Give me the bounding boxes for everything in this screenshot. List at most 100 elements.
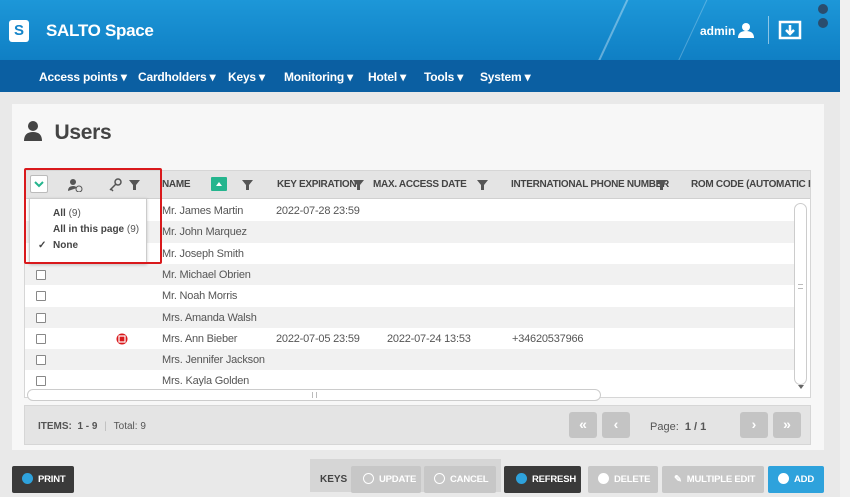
filter-icon[interactable] — [352, 179, 365, 191]
chevron-right-icon: › — [751, 416, 757, 432]
cell-name: Mrs. Amanda Walsh — [162, 311, 257, 324]
sort-up-icon — [216, 182, 222, 186]
divider — [768, 16, 769, 44]
row-checkbox[interactable] — [36, 312, 46, 323]
key-expired-icon — [116, 333, 128, 345]
cell-key-expiration: 2022-07-05 23:59 — [276, 332, 360, 345]
nav-system[interactable]: System ▾ — [480, 70, 531, 84]
top-bar: S SALTO Space admin — [0, 0, 850, 60]
column-header-max-access-date[interactable]: MAX. ACCESS DATE — [373, 179, 467, 190]
nav-monitoring[interactable]: Monitoring ▾ — [284, 70, 353, 84]
filter-icon[interactable] — [476, 179, 489, 191]
items-range: 1 - 9 — [77, 421, 98, 432]
cell-name: Mr. James Martin — [162, 205, 244, 217]
cell-name: Mr. John Marquez — [162, 226, 247, 239]
button-label: CANCEL — [450, 474, 489, 485]
nav-label: Tools — [424, 70, 455, 84]
table-row[interactable]: Mrs. Kayla Golden — [25, 370, 795, 386]
column-header-phone[interactable]: INTERNATIONAL PHONE NUMBER — [511, 179, 669, 190]
items-total: Total: 9 — [113, 421, 146, 432]
row-checkbox[interactable] — [36, 291, 46, 302]
multiple-edit-button[interactable]: ✎ MULTIPLE EDIT — [662, 466, 764, 493]
cancel-icon — [434, 473, 445, 484]
last-page-button[interactable]: » — [773, 412, 801, 438]
nav-label: Hotel — [368, 70, 398, 84]
add-button[interactable]: ADD — [768, 466, 824, 493]
cell-name: Mrs. Ann Bieber — [162, 332, 238, 345]
user-name[interactable]: admin — [700, 24, 735, 38]
pencil-icon: ✎ — [674, 474, 682, 485]
plus-icon — [778, 473, 789, 484]
vertical-scrollbar[interactable] — [794, 203, 807, 385]
button-label: DELETE — [614, 474, 651, 485]
refresh-button[interactable]: REFRESH — [504, 466, 581, 493]
page-value: 1 / 1 — [684, 421, 707, 433]
table-row[interactable]: Mrs. Amanda Walsh — [25, 306, 795, 328]
scroll-arrow-down-icon[interactable] — [798, 385, 804, 389]
cell-name: Mr. Noah Morris — [162, 290, 238, 303]
column-header-name[interactable]: NAME — [162, 179, 191, 190]
grid-footer: ITEMS: 1 - 9 | Total: 9 « ‹ Page: 1 / 1 … — [24, 405, 811, 445]
delete-button[interactable]: DELETE — [588, 466, 658, 493]
salto-logo-icon: S — [9, 20, 29, 42]
cell-name: Mr. Michael Obrien — [162, 268, 251, 281]
first-page-button[interactable]: « — [569, 412, 597, 438]
refresh-icon — [363, 473, 374, 484]
nav-cardholders[interactable]: Cardholders ▾ — [138, 70, 216, 84]
cancel-button[interactable]: CANCEL — [424, 466, 496, 493]
sort-ascending-button[interactable] — [211, 177, 227, 191]
info-help-icon[interactable] — [816, 2, 830, 32]
cell-phone: +34620537966 — [512, 332, 584, 345]
nav-keys[interactable]: Keys ▾ — [228, 70, 265, 84]
column-header-key-expiration[interactable]: KEY EXPIRATION — [277, 179, 357, 190]
row-checkbox[interactable] — [36, 333, 46, 344]
nav-tools[interactable]: Tools ▾ — [424, 70, 463, 84]
button-label: MULTIPLE EDIT — [686, 474, 756, 485]
table-row[interactable]: Mrs. Jennifer Jackson — [25, 349, 795, 371]
page-indicator: Page: 1 / 1 — [650, 421, 706, 433]
table-row[interactable]: Mr. Michael Obrien — [25, 263, 795, 286]
nav-label: Monitoring — [284, 70, 344, 84]
button-label: UPDATE — [379, 474, 417, 485]
row-checkbox[interactable] — [36, 269, 46, 280]
chevron-left-icon: ‹ — [613, 416, 619, 432]
column-header-rom-code[interactable]: ROM CODE (AUTOMATIC I — [691, 179, 811, 190]
double-chevron-left-icon: « — [579, 416, 587, 432]
print-button[interactable]: PRINT — [12, 466, 74, 493]
page-title-text: Users — [54, 121, 112, 144]
previous-page-button[interactable]: ‹ — [602, 412, 630, 438]
horizontal-scrollbar[interactable] — [27, 389, 601, 401]
page-scrollbar[interactable] — [840, 0, 850, 497]
cell-name: Mrs. Kayla Golden — [162, 375, 250, 386]
table-row[interactable]: Mr. Noah Morris — [25, 285, 795, 306]
nav-label: Access points — [39, 70, 118, 84]
table-row[interactable]: Mrs. Ann Bieber 2022-07-05 23:59 2022-07-2… — [25, 328, 795, 349]
double-chevron-right-icon: » — [783, 416, 791, 432]
row-checkbox[interactable] — [36, 355, 46, 366]
filter-icon[interactable] — [241, 179, 254, 191]
items-summary: ITEMS: 1 - 9 | Total: 9 — [38, 421, 146, 432]
filter-icon[interactable] — [655, 179, 668, 191]
cell-name: Mr. Joseph Smith — [162, 247, 244, 260]
scroll-grip — [312, 392, 317, 398]
app-name: SALTO Space — [46, 21, 154, 40]
decoration — [586, 0, 636, 60]
user-icon[interactable] — [737, 22, 755, 38]
user-icon — [24, 121, 42, 141]
print-icon — [22, 473, 33, 484]
highlight-annotation — [24, 168, 162, 264]
items-label: ITEMS: — [38, 421, 72, 432]
button-label: ADD — [794, 474, 814, 485]
button-label: PRINT — [38, 474, 66, 485]
nav-label: Cardholders — [138, 70, 207, 84]
update-button[interactable]: UPDATE — [351, 466, 421, 493]
scroll-grip — [798, 284, 803, 289]
logout-icon[interactable] — [778, 20, 802, 40]
next-page-button[interactable]: › — [740, 412, 768, 438]
nav-access-points[interactable]: Access points ▾ — [39, 70, 127, 84]
nav-label: System — [480, 70, 522, 84]
row-checkbox[interactable] — [36, 376, 46, 386]
cell-key-expiration: 2022-07-28 23:59 — [276, 205, 360, 217]
button-label: REFRESH — [532, 474, 576, 485]
nav-hotel[interactable]: Hotel ▾ — [368, 70, 406, 84]
